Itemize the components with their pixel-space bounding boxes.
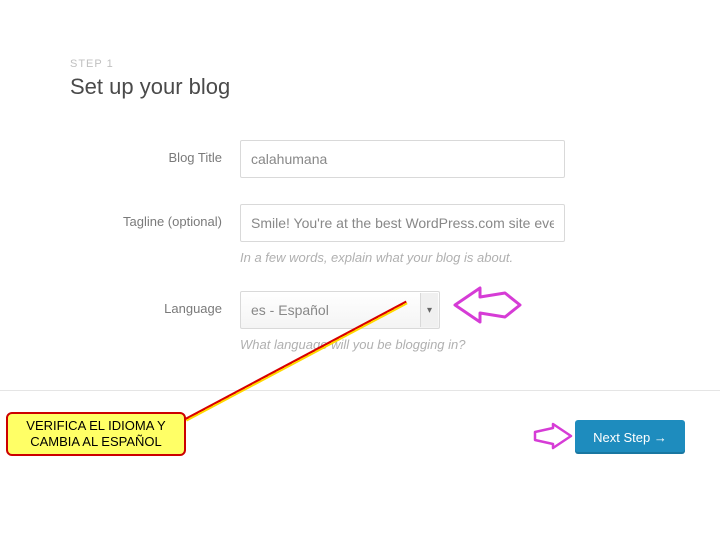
chevron-down-icon: ▾ bbox=[420, 293, 438, 327]
page-title: Set up your blog bbox=[70, 74, 650, 100]
arrow-right-icon bbox=[533, 422, 573, 455]
row-blog-title: Blog Title bbox=[70, 140, 650, 178]
row-language: Language es - Español ▾ What language wi… bbox=[70, 291, 650, 352]
step-label: STEP 1 bbox=[70, 58, 650, 70]
tagline-hint: In a few words, explain what your blog i… bbox=[240, 250, 650, 265]
annotation-callout: VERIFICA EL IDIOMA Y CAMBIA AL ESPAÑOL bbox=[6, 412, 186, 456]
divider bbox=[0, 390, 720, 391]
arrow-left-icon bbox=[450, 285, 525, 330]
next-step-button[interactable]: Next Step → bbox=[575, 420, 685, 454]
label-language: Language bbox=[70, 291, 240, 316]
setup-form: Blog Title Tagline (optional) In a few w… bbox=[70, 140, 650, 352]
blog-title-input[interactable] bbox=[240, 140, 565, 178]
language-select-value: es - Español bbox=[251, 302, 329, 318]
row-tagline: Tagline (optional) In a few words, expla… bbox=[70, 204, 650, 265]
label-tagline: Tagline (optional) bbox=[70, 204, 240, 229]
language-select[interactable]: es - Español ▾ bbox=[240, 291, 440, 329]
callout-text: VERIFICA EL IDIOMA Y CAMBIA AL ESPAÑOL bbox=[8, 418, 184, 449]
tagline-input[interactable] bbox=[240, 204, 565, 242]
language-hint: What language will you be blogging in? bbox=[240, 337, 650, 352]
label-blog-title: Blog Title bbox=[70, 140, 240, 165]
next-step-label: Next Step → bbox=[593, 430, 667, 445]
